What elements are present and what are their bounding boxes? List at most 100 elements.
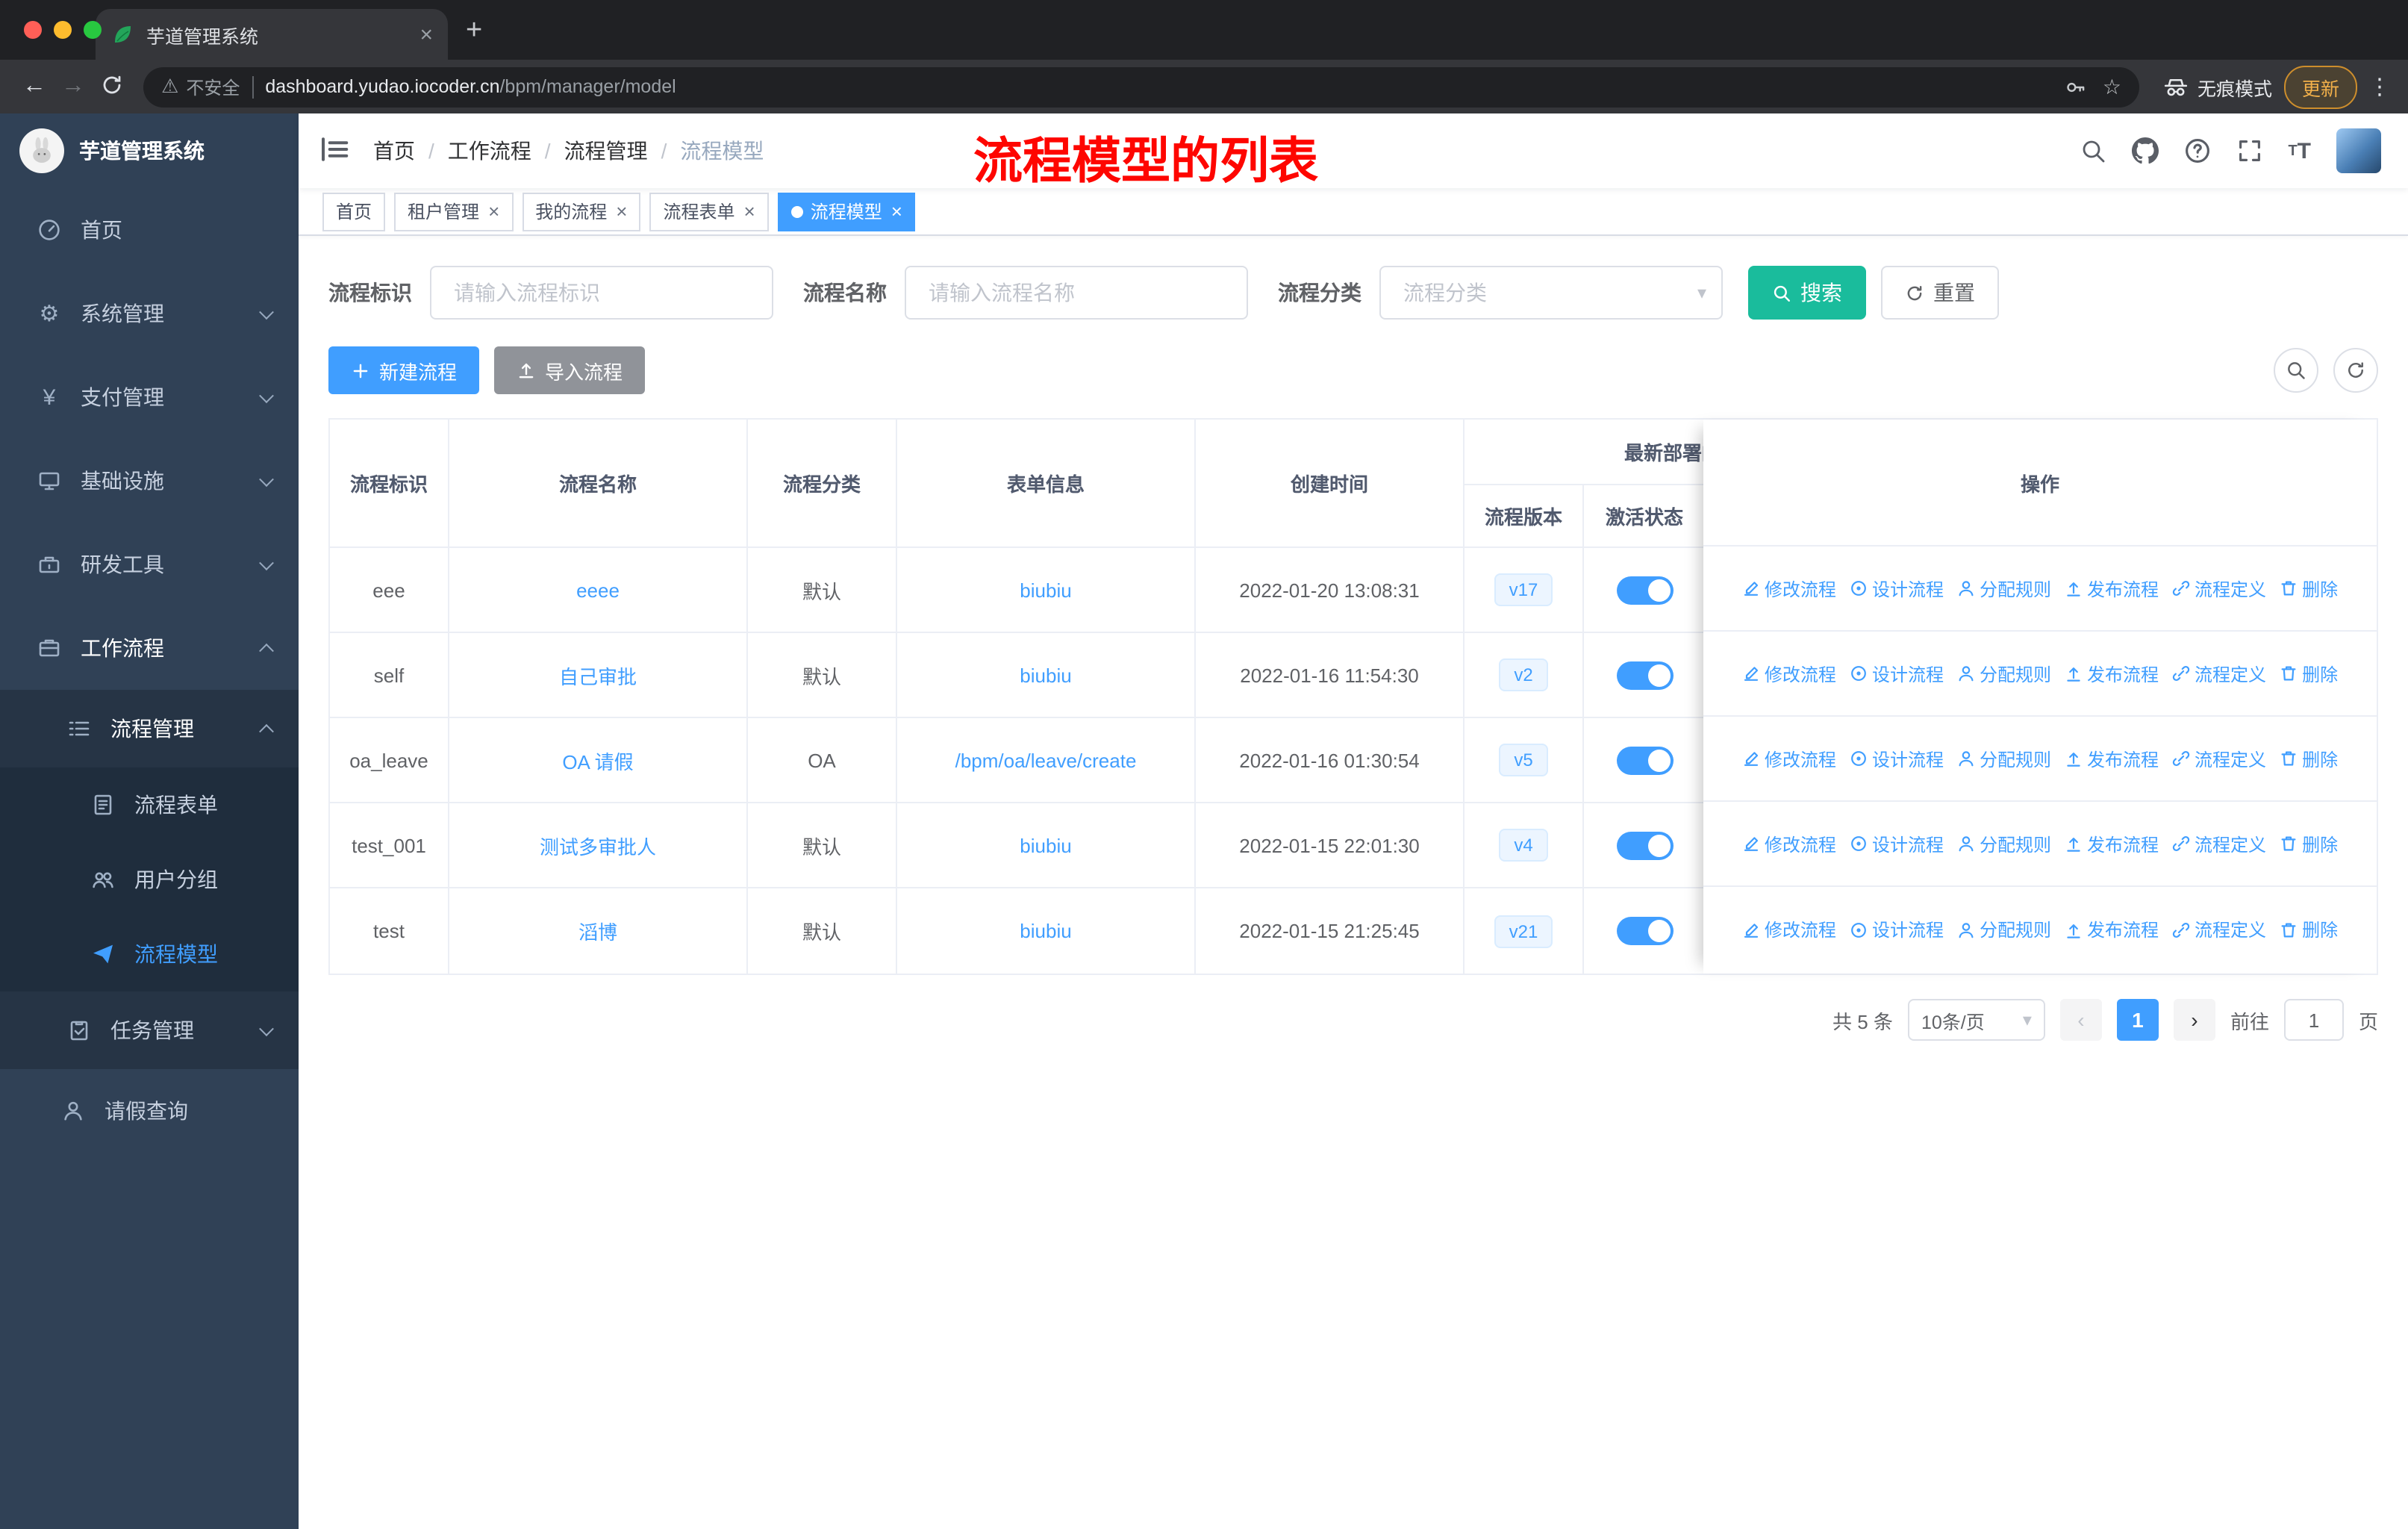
minimize-window-button[interactable] (54, 21, 72, 39)
security-indicator[interactable]: ⚠ 不安全 (161, 74, 240, 99)
action-assign-rule[interactable]: 分配规则 (1957, 661, 2051, 686)
password-key-icon[interactable] (2065, 75, 2088, 98)
action-design-process[interactable]: 设计流程 (1850, 576, 1944, 601)
action-assign-rule[interactable]: 分配规则 (1957, 746, 2051, 771)
action-delete[interactable]: 删除 (2280, 917, 2338, 942)
action-design-process[interactable]: 设计流程 (1850, 661, 1944, 686)
zoom-window-button[interactable] (84, 21, 102, 39)
sidebar-item-task-management[interactable]: 任务管理 (0, 991, 299, 1069)
new-tab-button[interactable]: + (466, 15, 482, 48)
action-modify-process[interactable]: 修改流程 (1742, 576, 1836, 601)
action-process-definition[interactable]: 流程定义 (2172, 746, 2266, 771)
bookmark-star-icon[interactable]: ☆ (2103, 76, 2121, 97)
sidebar-item-payment[interactable]: ¥ 支付管理 (0, 355, 299, 439)
tag-home[interactable]: 首页 (322, 192, 386, 231)
help-icon[interactable] (2183, 137, 2210, 164)
page-number-1[interactable]: 1 (2116, 999, 2159, 1041)
sidebar-item-leave-query[interactable]: 请假查询 (0, 1069, 299, 1153)
reload-icon[interactable] (93, 73, 131, 100)
github-icon[interactable] (2131, 137, 2159, 164)
breadcrumb-item[interactable]: 首页 (373, 136, 415, 166)
browser-menu-icon[interactable]: ⋮ (2366, 73, 2393, 100)
action-modify-process[interactable]: 修改流程 (1742, 831, 1836, 856)
action-process-definition[interactable]: 流程定义 (2172, 831, 2266, 856)
process-name-link[interactable]: 测试多审批人 (540, 831, 656, 859)
close-window-button[interactable] (24, 21, 42, 39)
action-modify-process[interactable]: 修改流程 (1742, 917, 1836, 942)
form-info-link[interactable]: biubiu (1020, 920, 1071, 942)
active-toggle[interactable] (1616, 661, 1673, 689)
breadcrumb-item[interactable]: 流程管理 (564, 136, 648, 166)
action-delete[interactable]: 删除 (2280, 661, 2338, 686)
tag-process-model[interactable]: 流程模型 × (777, 192, 916, 231)
tag-close-icon[interactable]: × (616, 202, 627, 221)
tag-process-form[interactable]: 流程表单 × (649, 192, 769, 231)
sidebar-item-workflow[interactable]: 工作流程 (0, 606, 299, 690)
page-size-select[interactable]: 10条/页 ▾ (1907, 999, 2045, 1041)
form-info-link[interactable]: /bpm/oa/leave/create (955, 749, 1137, 771)
browser-tab[interactable]: 芋道管理系统 × (96, 9, 448, 60)
action-design-process[interactable]: 设计流程 (1850, 831, 1944, 856)
sidebar-item-user-group[interactable]: 用户分组 (0, 842, 299, 917)
breadcrumb-item[interactable]: 工作流程 (448, 136, 531, 166)
active-toggle[interactable] (1616, 917, 1673, 945)
action-design-process[interactable]: 设计流程 (1850, 746, 1944, 771)
sidebar-logo[interactable]: 芋道管理系统 (0, 113, 299, 188)
tag-close-icon[interactable]: × (744, 202, 755, 221)
action-process-definition[interactable]: 流程定义 (2172, 661, 2266, 686)
sidebar-item-process-form[interactable]: 流程表单 (0, 767, 299, 842)
sidebar-item-dev-tools[interactable]: 研发工具 (0, 523, 299, 606)
reset-button[interactable]: 重置 (1881, 266, 1999, 320)
prev-page-button[interactable]: ‹ (2059, 999, 2102, 1041)
action-publish-process[interactable]: 发布流程 (2065, 661, 2159, 686)
form-info-link[interactable]: biubiu (1020, 664, 1071, 686)
action-design-process[interactable]: 设计流程 (1850, 917, 1944, 942)
update-browser-button[interactable]: 更新 (2283, 65, 2357, 108)
refresh-table-button[interactable] (2333, 348, 2378, 393)
goto-page-input[interactable] (2283, 999, 2344, 1041)
import-process-button[interactable]: 导入流程 (494, 346, 646, 394)
action-process-definition[interactable]: 流程定义 (2172, 917, 2266, 942)
tag-tenant-management[interactable]: 租户管理 × (394, 192, 514, 231)
process-key-input[interactable] (430, 266, 773, 320)
process-name-input[interactable] (905, 266, 1248, 320)
sidebar-item-process-model[interactable]: 流程模型 (0, 917, 299, 991)
action-process-definition[interactable]: 流程定义 (2172, 576, 2266, 601)
action-modify-process[interactable]: 修改流程 (1742, 661, 1836, 686)
sidebar-item-process-management[interactable]: 流程管理 (0, 690, 299, 767)
sidebar-item-home[interactable]: 首页 (0, 188, 299, 272)
process-name-link[interactable]: eeee (576, 579, 620, 601)
action-publish-process[interactable]: 发布流程 (2065, 576, 2159, 601)
hamburger-icon[interactable] (319, 134, 352, 167)
process-category-select[interactable]: 流程分类 ▾ (1379, 266, 1723, 320)
action-publish-process[interactable]: 发布流程 (2065, 746, 2159, 771)
action-modify-process[interactable]: 修改流程 (1742, 746, 1836, 771)
action-delete[interactable]: 删除 (2280, 746, 2338, 771)
sidebar-item-infrastructure[interactable]: 基础设施 (0, 439, 299, 523)
next-page-button[interactable]: › (2173, 999, 2215, 1041)
active-toggle[interactable] (1616, 576, 1673, 604)
fullscreen-icon[interactable] (2236, 137, 2262, 164)
user-avatar[interactable] (2336, 128, 2381, 173)
search-button[interactable]: 搜索 (1748, 266, 1866, 320)
action-publish-process[interactable]: 发布流程 (2065, 917, 2159, 942)
create-process-button[interactable]: 新建流程 (328, 346, 480, 394)
toggle-search-button[interactable] (2274, 348, 2318, 393)
tab-close-icon[interactable]: × (419, 23, 433, 46)
address-bar[interactable]: ⚠ 不安全 dashboard.yudao.iocoder.cn/bpm/man… (143, 66, 2139, 107)
tag-my-process[interactable]: 我的流程 × (522, 192, 641, 231)
sidebar-item-system[interactable]: ⚙ 系统管理 (0, 272, 299, 355)
font-size-icon[interactable]: TT (2288, 138, 2311, 164)
process-name-link[interactable]: OA 请假 (562, 746, 633, 774)
form-info-link[interactable]: biubiu (1020, 834, 1071, 856)
action-publish-process[interactable]: 发布流程 (2065, 831, 2159, 856)
tag-close-icon[interactable]: × (488, 202, 499, 221)
tag-close-icon[interactable]: × (891, 202, 902, 221)
action-delete[interactable]: 删除 (2280, 831, 2338, 856)
active-toggle[interactable] (1616, 746, 1673, 774)
active-toggle[interactable] (1616, 831, 1673, 859)
process-name-link[interactable]: 自己审批 (559, 661, 637, 689)
action-assign-rule[interactable]: 分配规则 (1957, 576, 2051, 601)
back-icon[interactable]: ← (15, 73, 54, 100)
action-assign-rule[interactable]: 分配规则 (1957, 831, 2051, 856)
